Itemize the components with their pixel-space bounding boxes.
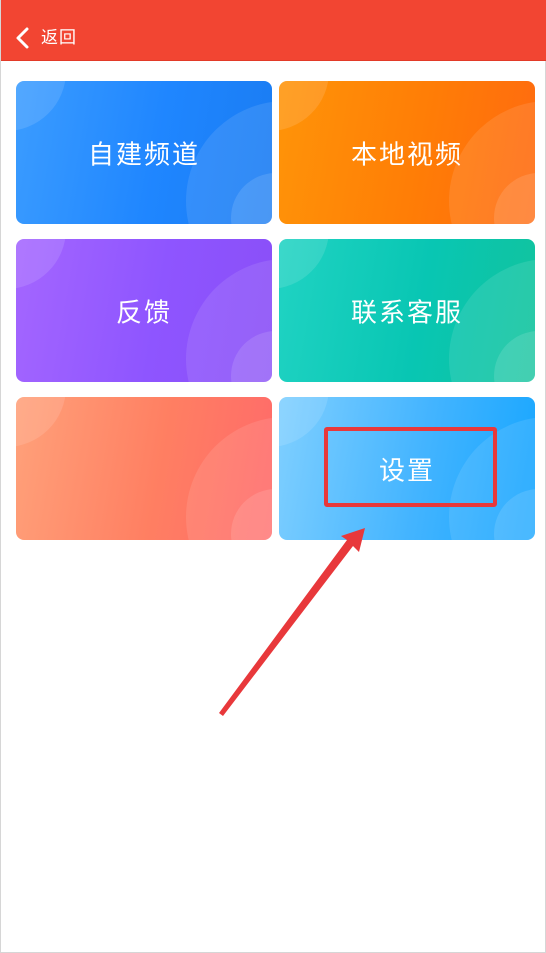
chevron-left-icon (16, 27, 29, 49)
back-label: 返回 (41, 27, 77, 48)
back-button[interactable]: 返回 (13, 22, 77, 54)
top-bar: 返回 (1, 0, 546, 60)
tile-local-video[interactable]: 本地视频 (279, 81, 535, 224)
tile-customer-service[interactable]: 联系客服 (279, 239, 535, 382)
tile-decoration (16, 397, 66, 447)
tile-decoration (279, 81, 329, 131)
tile-decoration (279, 397, 329, 447)
tile-decoration (16, 81, 66, 131)
annotation-highlight-box (324, 427, 497, 507)
tile-feedback[interactable]: 反馈 (16, 239, 272, 382)
tile-decoration (279, 239, 329, 289)
tile-blank[interactable] (16, 397, 272, 540)
app-screen: 返回 自建频道 本地视频 反馈 联系客服 设置 (0, 0, 546, 953)
tile-label: 本地视频 (350, 140, 463, 170)
tile-custom-channel[interactable]: 自建频道 (16, 81, 272, 224)
tile-decoration (16, 239, 66, 289)
tile-label: 联系客服 (350, 298, 463, 328)
tile-label: 自建频道 (87, 140, 200, 170)
tile-label: 反馈 (115, 298, 172, 328)
